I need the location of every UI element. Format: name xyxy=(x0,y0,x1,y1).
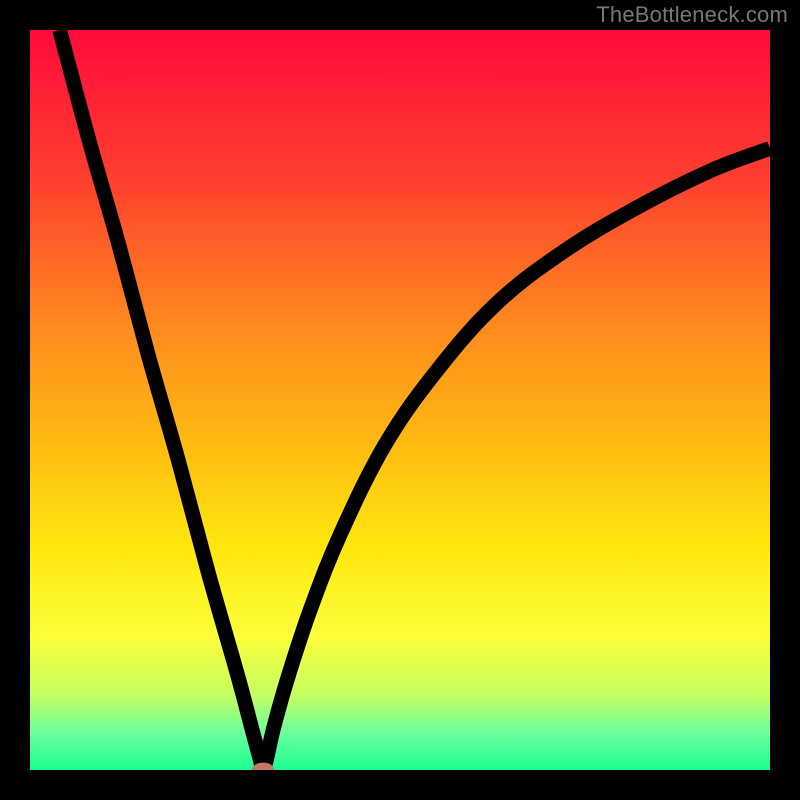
chart-background-gradient xyxy=(30,30,770,770)
chart-frame: TheBottleneck.com xyxy=(0,0,800,800)
chart-canvas xyxy=(30,30,770,770)
watermark-text: TheBottleneck.com xyxy=(596,2,788,28)
